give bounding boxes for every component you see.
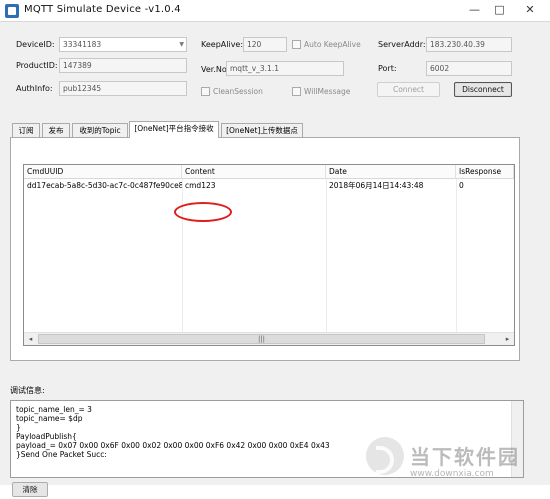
auto-keepalive-checkbox[interactable] bbox=[292, 40, 301, 49]
cell-isresponse: 0 bbox=[459, 181, 464, 190]
connection-panel: DeviceID: 33341183 ▼ ProductID: 147389 A… bbox=[8, 28, 518, 106]
column-divider bbox=[456, 179, 457, 332]
scroll-left-icon[interactable]: ◂ bbox=[24, 334, 37, 345]
chevron-down-icon: ▼ bbox=[179, 41, 184, 48]
port-label: Port: bbox=[378, 64, 397, 73]
clear-button[interactable]: 清除 bbox=[12, 482, 48, 497]
tab-content: CmdUUID Content Date IsResponse dd17ecab… bbox=[10, 137, 520, 361]
debug-line: topic_name_len_= 3 bbox=[16, 405, 92, 414]
column-header-cmduuid[interactable]: CmdUUID bbox=[24, 165, 182, 179]
title-bar: MQTT Simulate Device -v1.0.4 — □ ✕ bbox=[0, 0, 550, 22]
debug-info-label: 调试信息: bbox=[10, 386, 45, 395]
table-row[interactable]: dd17ecab-5a8c-5d30-ac7c-0c487fe90ce8 cmd… bbox=[24, 179, 514, 193]
close-button[interactable]: ✕ bbox=[512, 0, 548, 20]
connect-button[interactable]: Connect bbox=[377, 82, 440, 97]
server-addr-field[interactable]: 183.230.40.39 bbox=[426, 37, 512, 52]
watermark-url: www.downxia.com bbox=[410, 469, 494, 479]
column-divider bbox=[326, 179, 327, 332]
tab-onenet-command-receive[interactable]: [OneNet]平台指令接收 bbox=[129, 121, 219, 138]
ver-no-field[interactable]: mqtt_v_3.1.1 bbox=[226, 61, 344, 76]
auth-info-field[interactable]: pub12345 bbox=[59, 81, 187, 96]
highlight-annotation bbox=[174, 202, 232, 222]
debug-line: topic_name= $dp bbox=[16, 414, 83, 423]
column-header-content[interactable]: Content bbox=[182, 165, 326, 179]
window-title: MQTT Simulate Device -v1.0.4 bbox=[24, 4, 181, 15]
column-header-isresponse[interactable]: IsResponse bbox=[456, 165, 514, 179]
tab-onenet-upload-datapoint[interactable]: [OneNet]上传数据点 bbox=[221, 123, 303, 137]
cell-content: cmd123 bbox=[185, 181, 216, 190]
app-icon bbox=[5, 4, 19, 18]
cell-cmduuid: dd17ecab-5a8c-5d30-ac7c-0c487fe90ce8 bbox=[27, 181, 182, 190]
device-id-combo[interactable]: 33341183 ▼ bbox=[59, 37, 187, 52]
keepalive-label: KeepAlive: bbox=[201, 40, 244, 49]
disconnect-button[interactable]: Disconnect bbox=[454, 82, 512, 97]
maximize-button[interactable]: □ bbox=[487, 0, 512, 20]
tab-bar: 订阅 发布 收到的Topic [OneNet]平台指令接收 [OneNet]上传… bbox=[10, 121, 520, 138]
watermark-logo-icon bbox=[366, 437, 404, 475]
server-addr-label: ServerAddr: bbox=[378, 40, 426, 49]
window-body: DeviceID: 33341183 ▼ ProductID: 147389 A… bbox=[0, 22, 550, 497]
product-id-field[interactable]: 147389 bbox=[59, 58, 187, 73]
watermark-name: 当下软件园 bbox=[410, 445, 520, 469]
command-list: CmdUUID Content Date IsResponse dd17ecab… bbox=[23, 164, 515, 346]
scroll-right-icon[interactable]: ▸ bbox=[501, 334, 514, 345]
scrollbar-thumb[interactable]: ||| bbox=[38, 334, 485, 344]
clean-session-checkbox[interactable] bbox=[201, 87, 210, 96]
will-message-label: WillMessage bbox=[304, 87, 351, 96]
port-field[interactable]: 6002 bbox=[426, 61, 512, 76]
ver-no-label: Ver.No bbox=[201, 65, 227, 74]
product-id-label: ProductID: bbox=[16, 61, 58, 70]
watermark: 当下软件园 www.downxia.com bbox=[366, 429, 546, 499]
list-header: CmdUUID Content Date IsResponse bbox=[24, 165, 514, 179]
cell-date: 2018年06月14日14:43:48 bbox=[329, 181, 424, 190]
column-divider bbox=[182, 179, 183, 332]
tab-subscribe[interactable]: 订阅 bbox=[12, 123, 40, 137]
auth-info-label: AuthInfo: bbox=[16, 84, 53, 93]
device-id-value: 33341183 bbox=[63, 40, 102, 49]
column-header-date[interactable]: Date bbox=[326, 165, 456, 179]
tab-publish[interactable]: 发布 bbox=[42, 123, 70, 137]
will-message-checkbox[interactable] bbox=[292, 87, 301, 96]
horizontal-scrollbar[interactable]: ◂ ||| ▸ bbox=[24, 332, 514, 345]
keepalive-field[interactable]: 120 bbox=[243, 37, 287, 52]
device-id-label: DeviceID: bbox=[16, 40, 55, 49]
minimize-button[interactable]: — bbox=[462, 0, 487, 20]
auto-keepalive-label: Auto KeepAlive bbox=[304, 40, 361, 49]
tab-received-topic[interactable]: 收到的Topic bbox=[72, 123, 128, 137]
clean-session-label: CleanSession bbox=[213, 87, 263, 96]
